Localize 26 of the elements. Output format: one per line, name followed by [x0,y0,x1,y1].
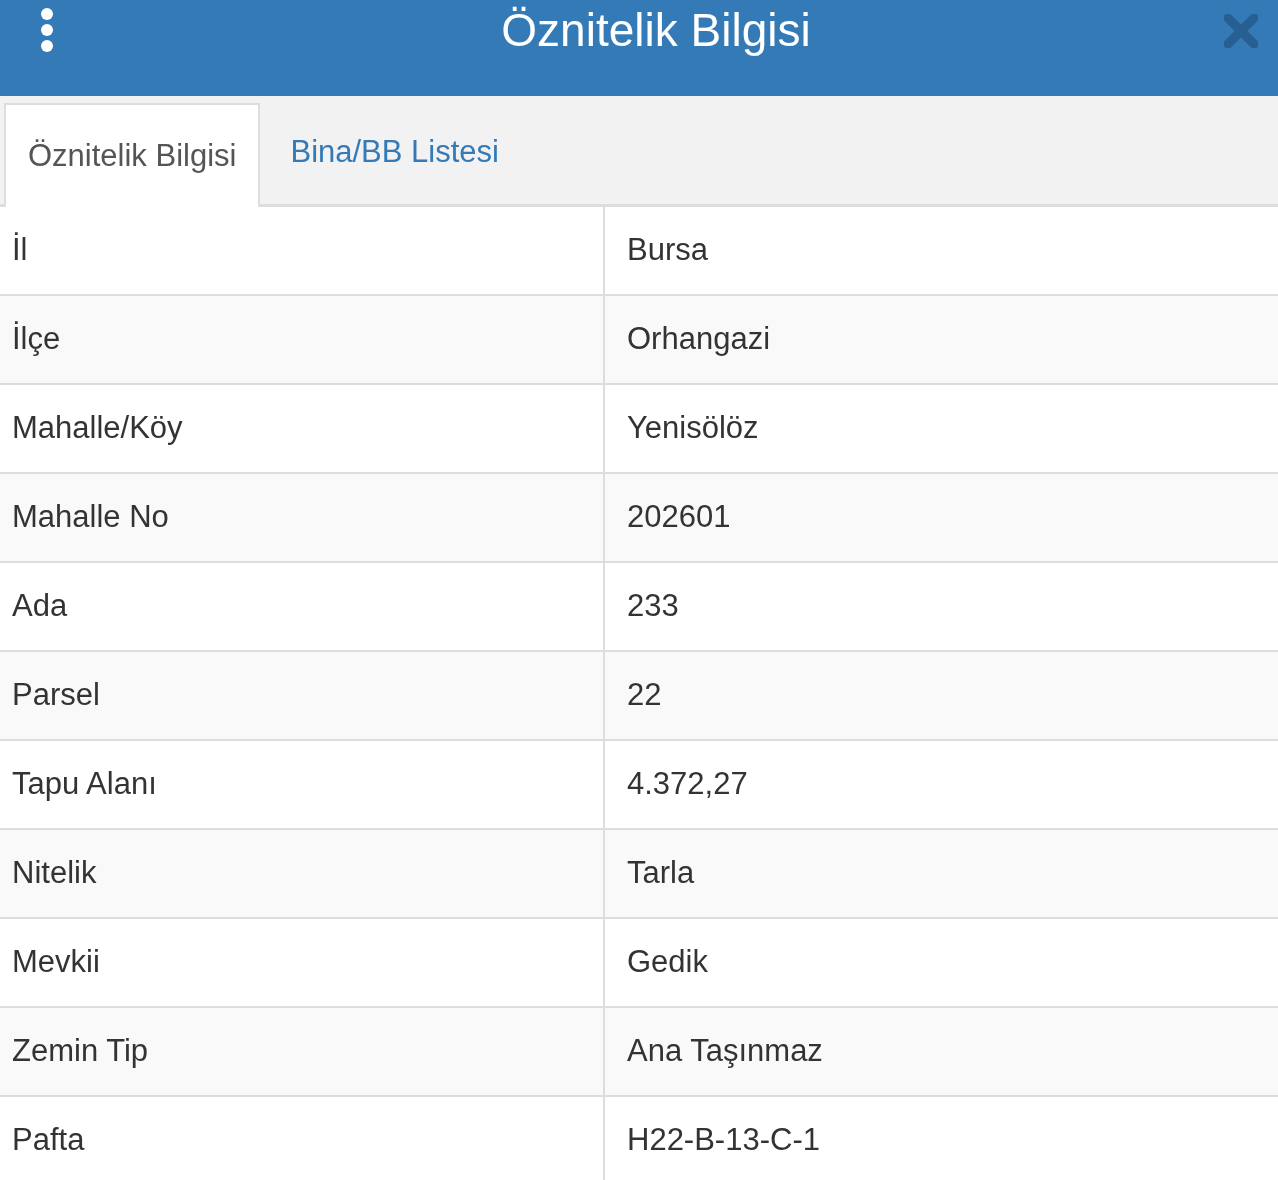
table-cell: Parsel [0,652,605,739]
table-cell-text: 22 [626,676,663,715]
table-cell-text: H22-B-13-C-1 [626,1121,821,1160]
tab[interactable]: Öznitelik Bilgisi [4,103,261,207]
table-cell: Zemin Tip [0,1008,605,1095]
table-cell-text: Gedik [626,943,709,982]
table-cell: Nitelik [0,830,605,917]
table-cell-text: 4.372,27 [626,765,749,804]
more-icon[interactable] [40,8,54,52]
table-cell: Mahalle/Köy [0,385,605,472]
table-cell-text: Bursa [626,231,709,270]
table-cell-text: 202601 [626,498,732,537]
table-cell: Tapu Alanı [0,741,605,828]
table-cell-text: Orhangazi [626,320,772,359]
table-cell: İlçe [0,296,605,383]
table-cell: İl [0,207,605,294]
table-cell-text: Ana Taşınmaz [626,1032,824,1071]
tab[interactable]: Bina/BB Listesi [260,100,529,204]
window-title: Öznitelik Bilgisi [501,4,811,56]
table-cell: Mevkii [0,919,605,1006]
table-cell-text: 233 [626,587,680,626]
table-cell: Mahalle No [0,474,605,561]
table-cell-text: Tarla [626,854,696,893]
table-cell: Ada [0,563,605,650]
table-cell: Pafta [0,1097,605,1180]
table-cell-text: Yenisölöz [626,409,760,448]
